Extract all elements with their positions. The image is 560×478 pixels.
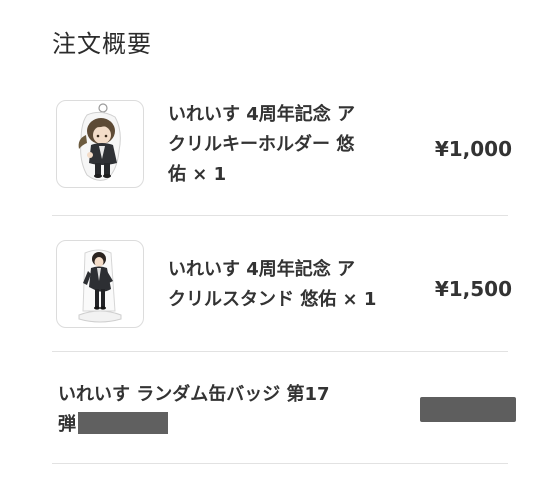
item-price: ¥1,500 (434, 277, 512, 301)
item-name-line: いれいす 4周年記念 ア (168, 259, 356, 280)
divider (52, 463, 508, 464)
item-name-line: 佑 × 1 (168, 164, 227, 185)
order-item[interactable]: いれいす 4周年記念 ア クリルスタンド 悠佑 × 1 ¥1,500 (52, 240, 512, 332)
item-name-line: 弾 (58, 410, 388, 440)
item-name-line: クリルスタンド 悠佑 × 1 (168, 289, 377, 310)
product-thumbnail[interactable] (56, 100, 144, 188)
item-name: いれいす 4周年記念 ア クリルキーホルダー 悠 佑 × 1 (168, 100, 400, 190)
order-item[interactable]: いれいす 4周年記念 ア クリルキーホルダー 悠 佑 × 1 ¥1,000 (52, 100, 512, 192)
redacted-price-block (420, 397, 516, 422)
item-name: いれいす 4周年記念 ア クリルスタンド 悠佑 × 1 (168, 255, 400, 315)
redacted-block (78, 412, 168, 434)
item-name-line: いれいす ランダム缶バッジ 第17 (58, 384, 330, 405)
acrylic-stand-icon (78, 249, 122, 323)
item-name-line: いれいす 4周年記念 ア (168, 104, 356, 125)
order-summary-title: 注文概要 (52, 30, 152, 58)
acrylic-keychain-icon (78, 103, 121, 181)
item-name-line: クリルキーホルダー 悠 (168, 134, 355, 155)
item-name[interactable]: いれいす ランダム缶バッジ 第17 弾 (58, 380, 388, 440)
divider (52, 351, 508, 352)
product-thumbnail[interactable] (56, 240, 144, 328)
divider (52, 215, 508, 216)
item-name-text: 弾 (58, 414, 76, 435)
item-price: ¥1,000 (434, 137, 512, 161)
